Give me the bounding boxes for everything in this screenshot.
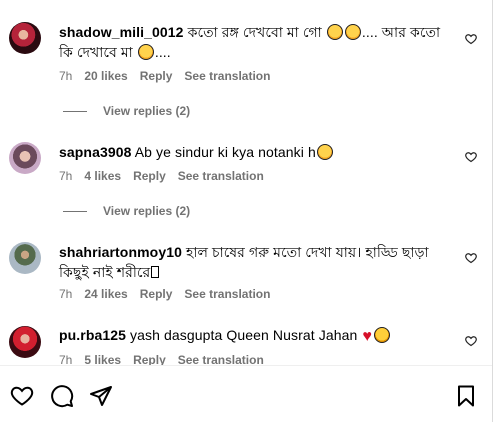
laughing-emoji-icon <box>316 144 333 160</box>
like-comment-heart-icon[interactable] <box>465 252 477 264</box>
view-replies-button[interactable]: View replies (2) <box>63 103 190 119</box>
avatar[interactable] <box>9 326 41 358</box>
comment-username[interactable]: sapna3908 <box>59 144 132 160</box>
comment-meta: 7h 4 likes Reply See translation <box>59 168 264 184</box>
comment-likes[interactable]: 20 likes <box>84 69 127 83</box>
comment-meta: 7h 20 likes Reply See translation <box>59 68 270 84</box>
comment-bubble-icon[interactable] <box>50 384 74 408</box>
comments-panel: shadow_mili_0012 কতো রঙ্গ দেখবো মা গো ..… <box>0 0 493 422</box>
comment-body: yash dasgupta Queen Nusrat Jahan <box>130 327 358 343</box>
comment-time: 7h <box>59 169 73 183</box>
comment-username[interactable]: shadow_mili_0012 <box>59 24 184 40</box>
see-translation-link[interactable]: See translation <box>178 169 264 183</box>
view-replies-label: View replies (2) <box>103 204 191 218</box>
avatar[interactable] <box>9 22 41 54</box>
grinning-sweat-emoji-icon <box>326 24 343 40</box>
laughing-emoji-icon <box>137 44 154 60</box>
bookmark-icon[interactable] <box>454 384 478 408</box>
heart-eyes-emoji-icon <box>374 327 391 343</box>
heart-outline-icon[interactable] <box>10 384 34 408</box>
replies-divider <box>63 110 87 112</box>
comment-text: shadow_mili_0012 কতো রঙ্গ দেখবো মা গো ..… <box>59 22 444 62</box>
comment-username[interactable]: pu.rba125 <box>59 327 126 343</box>
reply-button[interactable]: Reply <box>133 169 166 183</box>
comment-likes[interactable]: 24 likes <box>84 287 127 301</box>
view-replies-button[interactable]: View replies (2) <box>63 203 190 219</box>
comment-text: sapna3908 Ab ye sindur ki kya notanki h <box>59 142 444 162</box>
comment-meta: 7h 24 likes Reply See translation <box>59 286 270 302</box>
paper-plane-icon[interactable] <box>89 384 113 408</box>
comment-text: shahriartonmoy10 হাল চাষের গরু মতো দেখা … <box>59 242 444 282</box>
comment-body: Ab ye sindur ki kya notanki h <box>134 144 316 160</box>
comment-time: 7h <box>59 287 73 301</box>
view-replies-label: View replies (2) <box>103 104 191 118</box>
red-heart-emoji-icon: ♥ <box>362 328 373 345</box>
comment-body: কতো রঙ্গ দেখবো মা গো <box>187 24 322 40</box>
replies-divider <box>63 210 87 212</box>
reply-button[interactable]: Reply <box>140 69 173 83</box>
avatar[interactable] <box>9 242 41 274</box>
comment-time: 7h <box>59 69 73 83</box>
see-translation-link[interactable]: See translation <box>184 69 270 83</box>
avatar[interactable] <box>9 142 41 174</box>
comment-body-end: .... <box>154 44 171 60</box>
like-comment-heart-icon[interactable] <box>465 33 477 45</box>
comment-username[interactable]: shahriartonmoy10 <box>59 244 182 260</box>
like-comment-heart-icon[interactable] <box>465 151 477 163</box>
see-translation-link[interactable]: See translation <box>184 287 270 301</box>
comment-likes[interactable]: 4 likes <box>84 169 121 183</box>
post-action-bar <box>0 365 492 422</box>
reply-button[interactable]: Reply <box>140 287 173 301</box>
missing-glyph-icon <box>151 266 160 278</box>
smiling-emoji-icon <box>344 24 361 40</box>
like-comment-heart-icon[interactable] <box>465 335 477 347</box>
comment-text: pu.rba125 yash dasgupta Queen Nusrat Jah… <box>59 325 444 347</box>
